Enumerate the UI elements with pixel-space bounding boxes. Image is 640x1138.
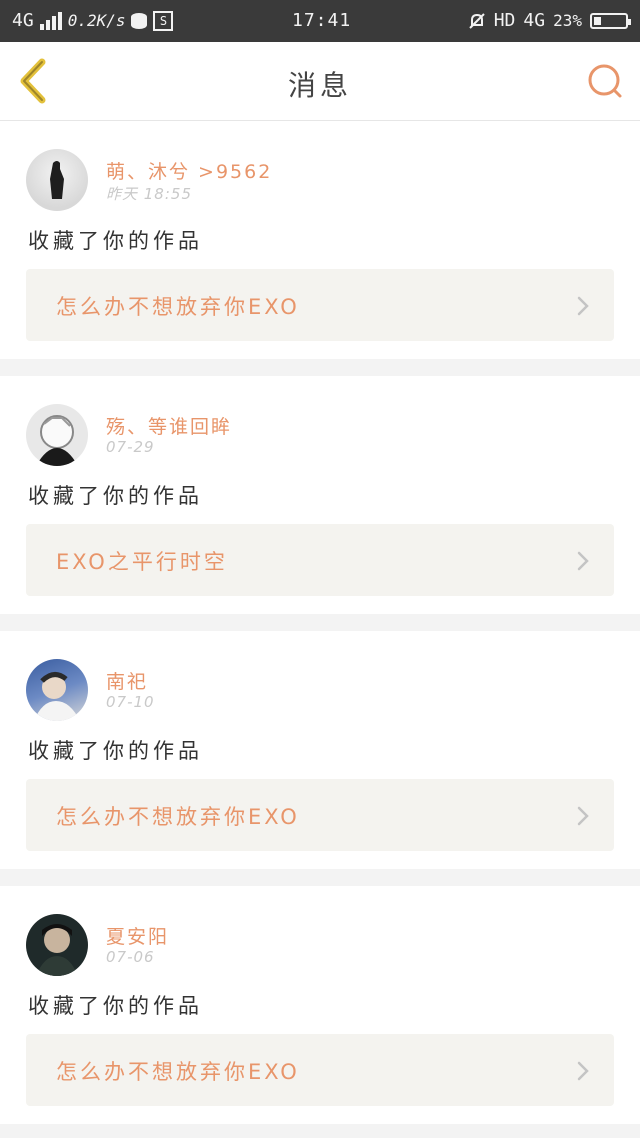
work-title: EXO之平行时空: [56, 550, 228, 574]
avatar[interactable]: [26, 914, 88, 976]
action-text: 收藏了你的作品: [28, 484, 203, 508]
work-link[interactable]: 怎么办不想放弃你EXO: [26, 269, 614, 341]
work-link[interactable]: 怎么办不想放弃你EXO: [26, 779, 614, 851]
battery-fill: [594, 16, 601, 25]
user-name[interactable]: 萌、沐兮 >9562: [106, 157, 272, 184]
message-time: 07-10: [106, 693, 155, 711]
avatar[interactable]: [26, 149, 88, 211]
message-card: 夏安阳 07-06 收藏了你的作品 怎么办不想放弃你EXO: [0, 886, 640, 1124]
user-name[interactable]: 南祀: [106, 667, 148, 694]
s-app-icon: S: [153, 10, 174, 31]
action-text: 收藏了你的作品: [28, 739, 203, 763]
search-button[interactable]: [586, 62, 624, 100]
page-title: 消息: [287, 69, 352, 102]
battery-icon: [590, 12, 631, 29]
nav-bar: 消息: [0, 42, 640, 121]
avatar[interactable]: [26, 404, 88, 466]
status-right: HD 4G 23%: [468, 10, 631, 31]
work-link[interactable]: 怎么办不想放弃你EXO: [26, 1034, 614, 1106]
hd-label: HD: [493, 10, 516, 31]
message-time: 07-06: [106, 948, 155, 966]
message-time: 昨天 18:55: [106, 185, 192, 203]
network-speed: 0.2K/s: [67, 11, 126, 30]
work-title: 怎么办不想放弃你EXO: [56, 1060, 300, 1084]
chevron-right-icon: [577, 1061, 589, 1081]
mute-bell-icon: [468, 12, 486, 30]
user-name[interactable]: 夏安阳: [106, 922, 169, 949]
work-title: 怎么办不想放弃你EXO: [56, 805, 300, 829]
message-card: 萌、沐兮 >9562 昨天 18:55 收藏了你的作品 怎么办不想放弃你EXO: [0, 121, 640, 359]
status-left: 4G 0.2K/s S: [12, 10, 174, 31]
work-title: 怎么办不想放弃你EXO: [56, 295, 300, 319]
message-time: 07-29: [106, 438, 155, 456]
message-card: 南祀 07-10 收藏了你的作品 怎么办不想放弃你EXO: [0, 631, 640, 869]
chevron-right-icon: [577, 296, 589, 316]
avatar[interactable]: [26, 659, 88, 721]
status-bar: 4G 0.2K/s S 17:41 HD 4G 23%: [0, 0, 640, 42]
chevron-right-icon: [577, 551, 589, 571]
network-type: 4G: [12, 10, 34, 31]
user-name[interactable]: 殇、等谁回眸: [106, 412, 232, 439]
signal-icon: [39, 11, 62, 30]
battery-percent: 23%: [553, 11, 582, 30]
action-text: 收藏了你的作品: [28, 229, 203, 253]
status-time: 17:41: [292, 10, 352, 31]
database-icon: [131, 12, 148, 29]
action-text: 收藏了你的作品: [28, 994, 203, 1018]
message-card: 殇、等谁回眸 07-29 收藏了你的作品 EXO之平行时空: [0, 376, 640, 614]
work-link[interactable]: EXO之平行时空: [26, 524, 614, 596]
search-icon: [588, 64, 622, 98]
network-type-2: 4G: [523, 10, 546, 31]
chevron-right-icon: [577, 806, 589, 826]
